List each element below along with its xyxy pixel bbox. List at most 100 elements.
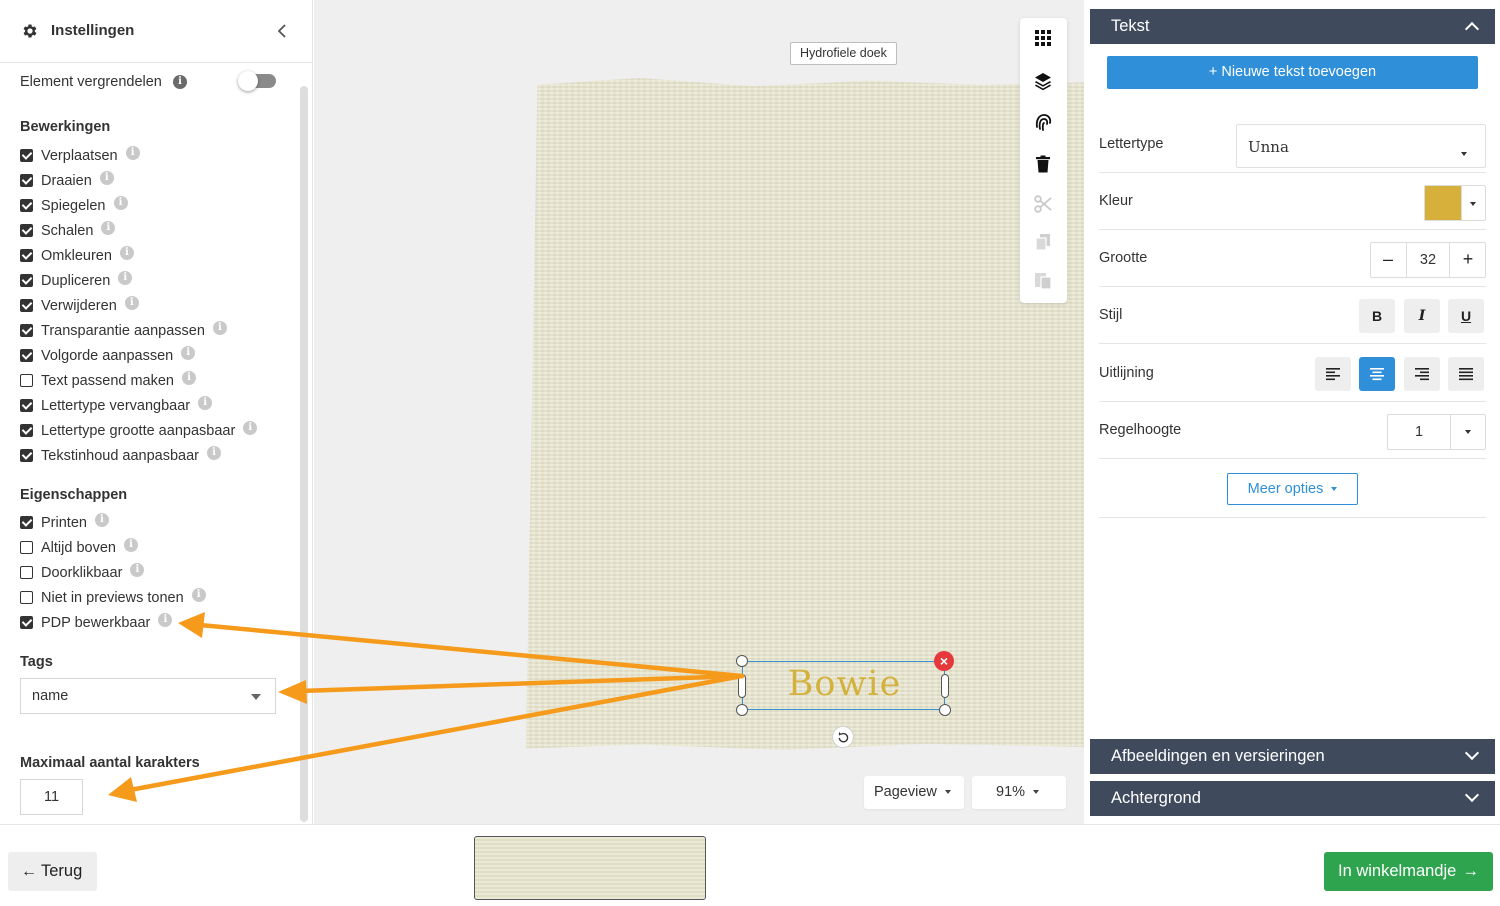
checkbox[interactable] [20, 349, 33, 362]
checkbox-row[interactable]: Dupliceren i [20, 268, 300, 293]
checkbox[interactable] [20, 541, 33, 554]
tags-select[interactable]: name [20, 678, 276, 714]
info-icon[interactable]: i [118, 270, 133, 285]
info-icon[interactable]: i [173, 75, 187, 89]
checkbox-row[interactable]: Text passend maken i [20, 368, 300, 393]
decrease-size-button[interactable]: – [1371, 243, 1405, 277]
checkbox[interactable] [20, 324, 33, 337]
zoom-dropdown[interactable]: 91% [972, 776, 1066, 809]
checkbox-row[interactable]: Spiegelen i [20, 193, 300, 218]
trash-icon[interactable] [1033, 154, 1053, 174]
checkbox[interactable] [20, 299, 33, 312]
checkbox[interactable] [20, 374, 33, 387]
checkbox[interactable] [20, 274, 33, 287]
info-icon[interactable]: i [158, 612, 173, 627]
size-value[interactable]: 32 [1406, 243, 1450, 277]
size-stepper: – 32 + [1370, 242, 1486, 278]
collapse-panel-icon[interactable] [275, 22, 289, 40]
bold-button[interactable]: B [1359, 299, 1395, 333]
align-left-button[interactable] [1315, 357, 1351, 391]
page-thumbnail[interactable] [474, 836, 706, 900]
more-options-button[interactable]: Meer opties [1227, 473, 1358, 505]
font-select[interactable]: Unna [1236, 124, 1486, 168]
background-section-header[interactable]: Achtergrond [1090, 781, 1495, 816]
text-section-header[interactable]: Tekst [1090, 9, 1495, 44]
checkbox-row[interactable]: Altijd boven i [20, 535, 300, 560]
info-icon[interactable]: i [101, 220, 116, 235]
back-button[interactable]: ← Terug [8, 852, 97, 891]
underline-button[interactable]: U [1448, 299, 1484, 333]
add-to-cart-button[interactable]: In winkelmandje → [1324, 852, 1493, 891]
resize-handle[interactable] [738, 674, 746, 698]
checkbox[interactable] [20, 174, 33, 187]
checkbox-row[interactable]: Tekstinhoud aanpasbaar i [20, 443, 300, 468]
fingerprint-icon[interactable] [1033, 112, 1053, 132]
checkbox-row[interactable]: Volgorde aanpassen i [20, 343, 300, 368]
images-section-header[interactable]: Afbeeldingen en versieringen [1090, 739, 1495, 774]
checkbox-row[interactable]: Omkleuren i [20, 243, 300, 268]
max-chars-input[interactable]: 11 [20, 779, 83, 815]
checkbox[interactable] [20, 591, 33, 604]
resize-handle[interactable] [736, 704, 748, 716]
checkbox-row[interactable]: Printen i [20, 510, 300, 535]
checkbox-row[interactable]: Lettertype vervangbaar i [20, 393, 300, 418]
lock-element-toggle[interactable] [238, 71, 276, 91]
info-icon[interactable]: i [123, 537, 138, 552]
info-icon[interactable]: i [191, 587, 206, 602]
info-icon[interactable]: i [130, 562, 145, 577]
line-height-select[interactable]: 1 [1387, 414, 1486, 450]
resize-handle[interactable] [736, 655, 748, 667]
text-element-bowie[interactable]: Bowie [743, 664, 946, 704]
view-mode-dropdown[interactable]: Pageview [864, 776, 964, 809]
increase-size-button[interactable]: + [1451, 243, 1485, 277]
grid-icon[interactable] [1033, 28, 1053, 48]
add-text-button[interactable]: + Nieuwe tekst toevoegen [1107, 56, 1478, 89]
resize-handle[interactable] [939, 704, 951, 716]
align-center-button[interactable] [1359, 357, 1395, 391]
rotate-handle-icon[interactable] [832, 726, 854, 748]
checkbox[interactable] [20, 249, 33, 262]
checkbox-row[interactable]: Niet in previews tonen i [20, 585, 300, 610]
info-icon[interactable]: i [124, 295, 139, 310]
info-icon[interactable]: i [182, 370, 196, 385]
info-icon[interactable]: i [125, 145, 140, 160]
info-icon[interactable]: i [212, 320, 227, 335]
color-picker[interactable] [1424, 185, 1486, 221]
italic-button[interactable]: I [1404, 299, 1440, 333]
design-canvas[interactable]: Hydrofiele doek Bowie × Pageview 91% [314, 0, 1084, 824]
checkbox[interactable] [20, 224, 33, 237]
checkbox-row[interactable]: Schalen i [20, 218, 300, 243]
checkbox-row[interactable]: Lettertype grootte aanpasbaar i [20, 418, 300, 443]
info-icon[interactable]: i [207, 445, 222, 460]
checkbox[interactable] [20, 449, 33, 462]
resize-handle[interactable] [941, 674, 949, 698]
checkbox[interactable] [20, 616, 33, 629]
align-justify-button[interactable] [1448, 357, 1484, 391]
checkbox-row[interactable]: Transparantie aanpassen i [20, 318, 300, 343]
selected-text-element[interactable]: Bowie [742, 661, 945, 710]
info-icon[interactable]: i [113, 195, 128, 210]
checkbox-row[interactable]: Verwijderen i [20, 293, 300, 318]
checkbox[interactable] [20, 516, 33, 529]
line-height-value[interactable]: 1 [1388, 415, 1451, 449]
checkbox-row[interactable]: Verplaatsen i [20, 143, 300, 168]
info-icon[interactable]: i [99, 170, 114, 185]
info-icon[interactable]: i [181, 345, 196, 360]
checkbox[interactable] [20, 399, 33, 412]
checkbox-row[interactable]: PDP bewerkbaar i [20, 610, 300, 635]
checkbox[interactable] [20, 424, 33, 437]
checkbox[interactable] [20, 149, 33, 162]
info-icon[interactable]: i [198, 395, 213, 410]
info-icon[interactable]: i [94, 512, 109, 527]
align-right-button[interactable] [1404, 357, 1440, 391]
checkbox-row[interactable]: Draaien i [20, 168, 300, 193]
info-icon[interactable]: i [119, 245, 134, 260]
info-icon[interactable]: i [243, 420, 258, 435]
checkbox-row[interactable]: Doorklikbaar i [20, 560, 300, 585]
checkbox[interactable] [20, 199, 33, 212]
scrollbar[interactable] [300, 86, 308, 822]
layers-icon[interactable] [1033, 71, 1053, 91]
delete-element-button[interactable]: × [934, 651, 954, 671]
checkbox[interactable] [20, 566, 33, 579]
chevron-down-icon[interactable] [1465, 430, 1471, 434]
